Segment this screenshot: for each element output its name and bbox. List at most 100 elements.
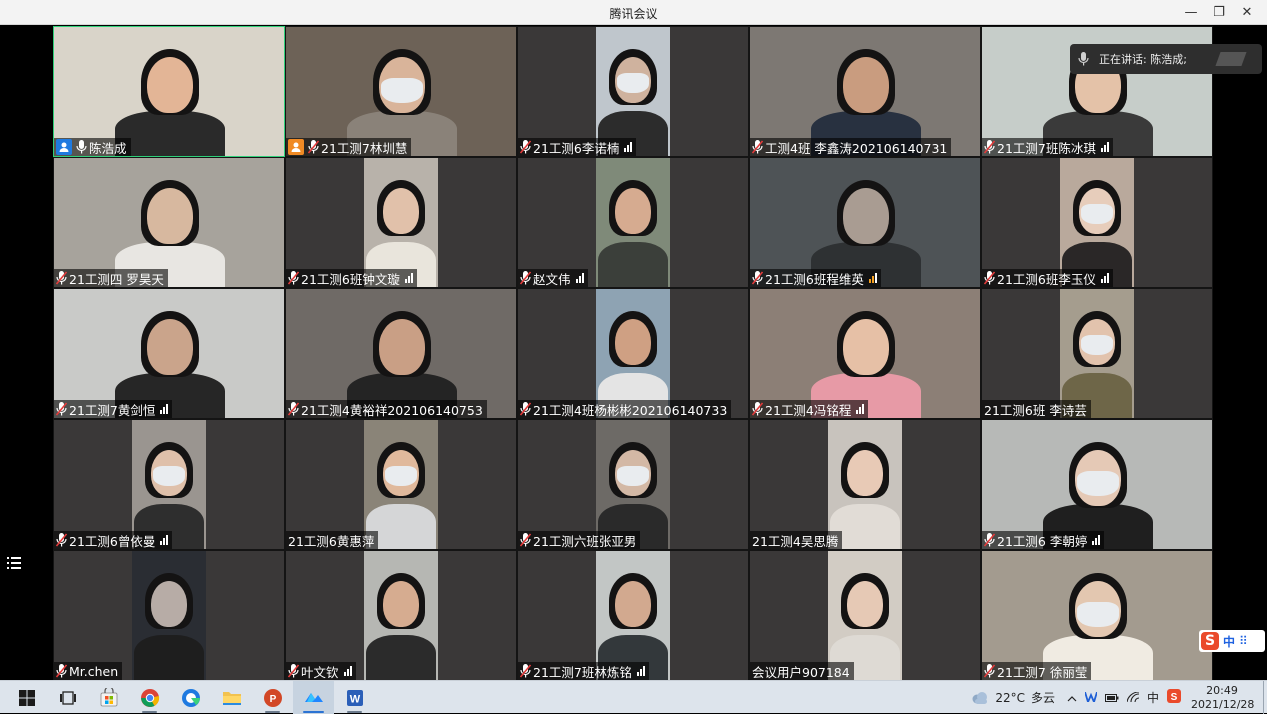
participant-name: Mr.chen: [69, 663, 119, 679]
signal-strength-icon: [868, 273, 877, 283]
participant-tile[interactable]: 21工测4吴思腾: [749, 419, 981, 550]
wifi-icon[interactable]: [1126, 690, 1140, 705]
participant-tile[interactable]: 21工测四 罗昊天: [53, 157, 285, 288]
mic-muted-icon: [56, 664, 67, 678]
show-desktop-button[interactable]: [1263, 681, 1267, 714]
edge-icon: [181, 688, 200, 707]
participant-nametag: Mr.chen: [54, 662, 123, 680]
participant-tile[interactable]: 21工测6 李朝婷: [981, 419, 1213, 550]
restore-button[interactable]: ❐: [1205, 2, 1233, 22]
member-list-toggle-icon[interactable]: [7, 557, 23, 573]
participant-tile[interactable]: Mr.chen: [53, 550, 285, 681]
mic-muted-icon: [520, 664, 531, 678]
participant-name: 21工测6班钟文璇: [301, 271, 400, 287]
tencent-meeting-button[interactable]: [293, 681, 334, 714]
svg-text:S: S: [1171, 692, 1178, 703]
taskbar: P W 22°C 多云 中 S 20:49 2021/12/28: [0, 680, 1267, 714]
powerpoint-button[interactable]: P: [252, 681, 293, 714]
participant-name: 21工测6曾依曼: [69, 533, 156, 549]
participant-nametag: 21工测4黄裕祥202106140753: [286, 400, 487, 418]
sogou-logo-icon: S: [1201, 632, 1219, 650]
participant-tile[interactable]: 21工测4班杨彬彬202106140733: [517, 288, 749, 419]
participant-name: 21工测4班杨彬彬202106140733: [533, 402, 728, 418]
participant-tile[interactable]: 21工测6班钟文璇: [285, 157, 517, 288]
participant-nametag: 21工测6黄惠萍: [286, 531, 379, 549]
mic-muted-icon: [752, 402, 763, 416]
weather-widget[interactable]: 22°C 多云: [971, 689, 1055, 706]
speaking-label: 正在讲话: 陈浩成;: [1099, 53, 1187, 66]
participant-video: [364, 551, 438, 680]
participant-nametag: 工测4班 李鑫涛202106140731: [750, 138, 952, 156]
ime-menu-icon[interactable]: ⠿: [1239, 634, 1248, 648]
minimize-button[interactable]: —: [1177, 2, 1205, 22]
mic-muted-icon: [520, 533, 531, 547]
store-button[interactable]: [88, 681, 129, 714]
edge-button[interactable]: [170, 681, 211, 714]
participant-tile[interactable]: 21工测7班林炼铭: [517, 550, 749, 681]
participant-tile[interactable]: 21工测7黄剑恒: [53, 288, 285, 419]
sogou-tray-icon[interactable]: S: [1167, 689, 1181, 706]
start-button[interactable]: [6, 681, 47, 714]
participant-tile[interactable]: 21工测6班程维英: [749, 157, 981, 288]
participant-name: 21工测4吴思腾: [752, 533, 839, 549]
mic-muted-icon: [56, 402, 67, 416]
chevron-up-icon[interactable]: [1067, 691, 1077, 705]
word-button[interactable]: W: [334, 681, 375, 714]
speaking-avatars: [1215, 52, 1247, 66]
task-view-button[interactable]: [47, 681, 88, 714]
weather-desc: 多云: [1030, 691, 1055, 705]
participant-tile[interactable]: 工测4班 李鑫涛202106140731: [749, 26, 981, 157]
taskbar-apps: P W: [6, 681, 375, 714]
cloud-icon: [972, 691, 988, 704]
participant-tile[interactable]: 21工测6班李玉仪: [981, 157, 1213, 288]
file-explorer-button[interactable]: [211, 681, 252, 714]
microsoft-store-icon: [100, 687, 117, 706]
participant-tile[interactable]: 叶文钦: [285, 550, 517, 681]
mic-muted-icon: [984, 533, 995, 547]
wps-tray-icon[interactable]: [1084, 691, 1098, 705]
participant-video: [364, 420, 438, 549]
mic-muted-icon: [984, 140, 995, 154]
ime-mode[interactable]: 中: [1223, 633, 1235, 650]
participant-name: 21工测6班 李诗芸: [984, 402, 1087, 418]
participant-tile[interactable]: 21工测6曾依曼: [53, 419, 285, 550]
close-button[interactable]: ✕: [1233, 2, 1261, 22]
mic-muted-icon: [288, 402, 299, 416]
chrome-button[interactable]: [129, 681, 170, 714]
windows-icon: [18, 689, 35, 706]
participant-tile[interactable]: 赵文伟: [517, 157, 749, 288]
participant-tile[interactable]: 21工测4冯铭程: [749, 288, 981, 419]
participant-tile[interactable]: 21工测6黄惠萍: [285, 419, 517, 550]
participant-name: 21工测7班陈冰琪: [997, 140, 1096, 156]
mic-muted-icon: [288, 271, 299, 285]
signal-strength-icon: [160, 404, 169, 414]
participant-name: 叶文钦: [301, 664, 339, 680]
signal-strength-icon: [856, 404, 865, 414]
participant-video: [828, 420, 902, 549]
signal-strength-icon: [160, 535, 169, 545]
chrome-icon: [140, 688, 159, 707]
participant-nametag: 21工测6班钟文璇: [286, 269, 417, 287]
clock[interactable]: 20:49 2021/12/28: [1191, 684, 1254, 712]
participant-tile[interactable]: 21工测4黄裕祥202106140753: [285, 288, 517, 419]
participant-tile[interactable]: 21工测7林圳慧: [285, 26, 517, 157]
mic-muted-icon: [520, 402, 531, 416]
participant-tile[interactable]: 21工测六班张亚男: [517, 419, 749, 550]
participant-tile[interactable]: 21工测6李诺楠: [517, 26, 749, 157]
signal-strength-icon: [404, 273, 413, 283]
participant-name: 赵文伟: [533, 271, 571, 287]
participant-nametag: 21工测六班张亚男: [518, 531, 641, 549]
ime-toolbar[interactable]: S 中 ⠿: [1199, 630, 1265, 652]
participant-tile[interactable]: 21工测6班 李诗芸: [981, 288, 1213, 419]
participant-nametag: 21工测4班杨彬彬202106140733: [518, 400, 732, 418]
battery-icon[interactable]: [1104, 691, 1119, 705]
participant-name: 21工测7 徐丽莹: [997, 664, 1088, 680]
participant-tile[interactable]: 会议用户907184: [749, 550, 981, 681]
participant-name: 21工测4冯铭程: [765, 402, 852, 418]
participant-nametag: 21工测6 李朝婷: [982, 531, 1105, 549]
participant-tile[interactable]: 21工测7 徐丽莹: [981, 550, 1213, 681]
participant-tile[interactable]: 陈浩成: [53, 26, 285, 157]
tray-ime-indicator[interactable]: 中: [1147, 689, 1159, 706]
signal-strength-icon: [1100, 273, 1109, 283]
participant-nametag: 赵文伟: [518, 269, 588, 287]
